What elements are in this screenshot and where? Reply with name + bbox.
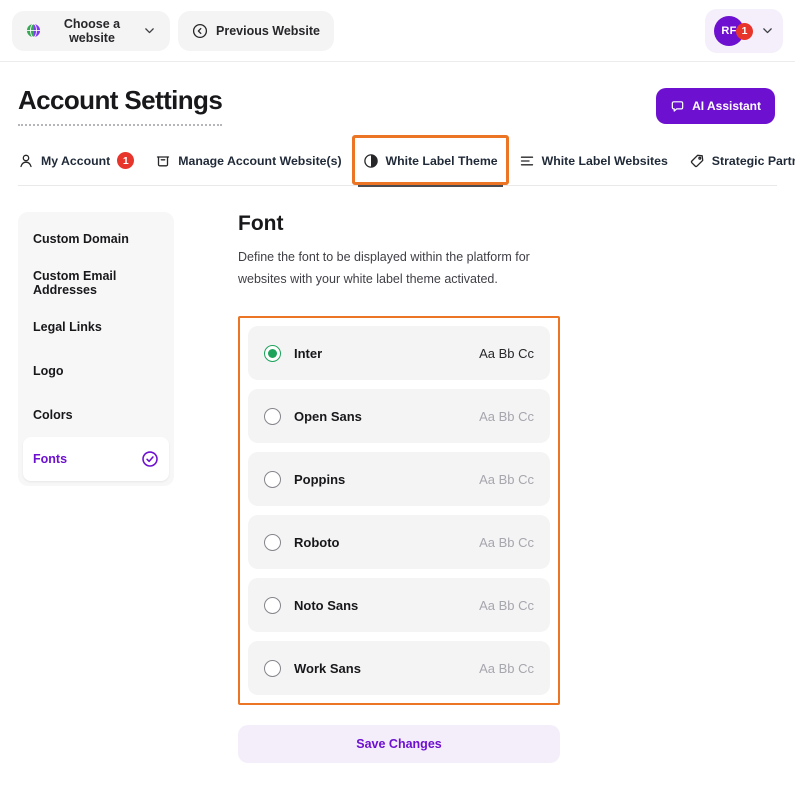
font-option-label: Inter: [294, 346, 322, 361]
radio-dot: [268, 349, 277, 358]
sidebar-item-colors[interactable]: Colors: [23, 393, 169, 437]
tab-white-label-theme[interactable]: White Label Theme: [363, 141, 498, 185]
font-preview-text: Aa Bb Cc: [479, 661, 534, 676]
save-changes-button[interactable]: Save Changes: [238, 725, 560, 763]
chat-bubble-icon: [670, 99, 685, 114]
main-panel: Font Define the font to be displayed wit…: [238, 212, 560, 763]
font-option-label: Roboto: [294, 535, 339, 550]
arrow-left-circle-icon: [192, 23, 208, 39]
tab-label: Manage Account Website(s): [178, 154, 341, 168]
radio-button[interactable]: [264, 534, 281, 551]
radio-button[interactable]: [264, 660, 281, 677]
sidebar-item-fonts[interactable]: Fonts: [23, 437, 169, 481]
tab-strategic-partner-commission[interactable]: Strategic Partner Commission: [689, 141, 795, 185]
font-option-noto-sans[interactable]: Noto Sans Aa Bb Cc: [248, 578, 550, 632]
avatar-wrap: RF 1: [714, 16, 756, 46]
notification-badge: 1: [736, 23, 753, 40]
font-preview-text: Aa Bb Cc: [479, 472, 534, 487]
tag-icon: [689, 153, 705, 169]
tabs-bar: My Account 1 Manage Account Website(s) Whit…: [18, 140, 777, 186]
radio-button[interactable]: [264, 471, 281, 488]
active-tab-indicator: [358, 183, 503, 187]
tab-white-label-websites[interactable]: White Label Websites: [519, 141, 668, 185]
font-option-label: Work Sans: [294, 661, 361, 676]
tab-label: My Account: [41, 154, 110, 168]
sidebar-item-label: Custom Email Addresses: [33, 269, 159, 297]
font-option-label: Open Sans: [294, 409, 362, 424]
ai-assistant-label: AI Assistant: [692, 99, 761, 113]
sidebar-item-label: Logo: [33, 364, 64, 378]
settings-sidebar: Custom Domain Custom Email Addresses Legal…: [18, 212, 174, 486]
sidebar-item-legal-links[interactable]: Legal Links: [23, 305, 169, 349]
content: Custom Domain Custom Email Addresses Legal…: [0, 186, 795, 763]
sidebar-item-label: Fonts: [33, 452, 67, 466]
sidebar-item-label: Legal Links: [33, 320, 102, 334]
sidebar-item-label: Colors: [33, 408, 73, 422]
font-option-label: Noto Sans: [294, 598, 358, 613]
user-icon: [18, 153, 34, 169]
font-option-open-sans[interactable]: Open Sans Aa Bb Cc: [248, 389, 550, 443]
font-option-roboto[interactable]: Roboto Aa Bb Cc: [248, 515, 550, 569]
section-title: Font: [238, 212, 560, 236]
choose-website-dropdown[interactable]: Choose a website: [12, 11, 170, 51]
font-option-poppins[interactable]: Poppins Aa Bb Cc: [248, 452, 550, 506]
sidebar-item-custom-domain[interactable]: Custom Domain: [23, 217, 169, 261]
previous-website-label: Previous Website: [216, 24, 320, 38]
tab-my-account[interactable]: My Account 1: [18, 140, 134, 185]
website-favicon-icon: [26, 23, 41, 38]
section-description: Define the font to be displayed within t…: [238, 246, 560, 290]
radio-button[interactable]: [264, 597, 281, 614]
sidebar-item-logo[interactable]: Logo: [23, 349, 169, 393]
user-menu[interactable]: RF 1: [705, 9, 783, 53]
chevron-down-icon: [761, 24, 774, 37]
archive-box-icon: [155, 153, 171, 169]
app-root: Choose a website Previous Website RF 1 A…: [0, 0, 795, 763]
tab-label: White Label Websites: [542, 154, 668, 168]
chevron-down-icon: [143, 24, 156, 37]
previous-website-button[interactable]: Previous Website: [178, 11, 334, 51]
page-header: Account Settings AI Assistant: [0, 62, 795, 140]
topbar: Choose a website Previous Website RF 1: [0, 0, 795, 62]
page-title: Account Settings: [18, 84, 222, 126]
font-options-list: Inter Aa Bb Cc Open Sans Aa Bb Cc Poppins Aa …: [238, 316, 560, 705]
font-option-inter[interactable]: Inter Aa Bb Cc: [248, 326, 550, 380]
topbar-left: Choose a website Previous Website: [12, 11, 334, 51]
font-option-label: Poppins: [294, 472, 345, 487]
font-preview-text: Aa Bb Cc: [479, 346, 534, 361]
tab-badge: 1: [117, 152, 134, 169]
tab-label: Strategic Partner Commission: [712, 154, 795, 168]
list-lines-icon: [519, 153, 535, 169]
ai-assistant-button[interactable]: AI Assistant: [656, 88, 775, 124]
font-preview-text: Aa Bb Cc: [479, 535, 534, 550]
tab-label: White Label Theme: [386, 154, 498, 168]
sidebar-item-label: Custom Domain: [33, 232, 129, 246]
check-circle-icon: [141, 450, 159, 468]
sidebar-item-custom-email-addresses[interactable]: Custom Email Addresses: [23, 261, 169, 305]
radio-button[interactable]: [264, 345, 281, 362]
radio-button[interactable]: [264, 408, 281, 425]
contrast-icon: [363, 153, 379, 169]
choose-website-label: Choose a website: [49, 17, 135, 45]
font-preview-text: Aa Bb Cc: [479, 598, 534, 613]
font-option-work-sans[interactable]: Work Sans Aa Bb Cc: [248, 641, 550, 695]
font-preview-text: Aa Bb Cc: [479, 409, 534, 424]
tab-manage-account-website-s[interactable]: Manage Account Website(s): [155, 141, 341, 185]
